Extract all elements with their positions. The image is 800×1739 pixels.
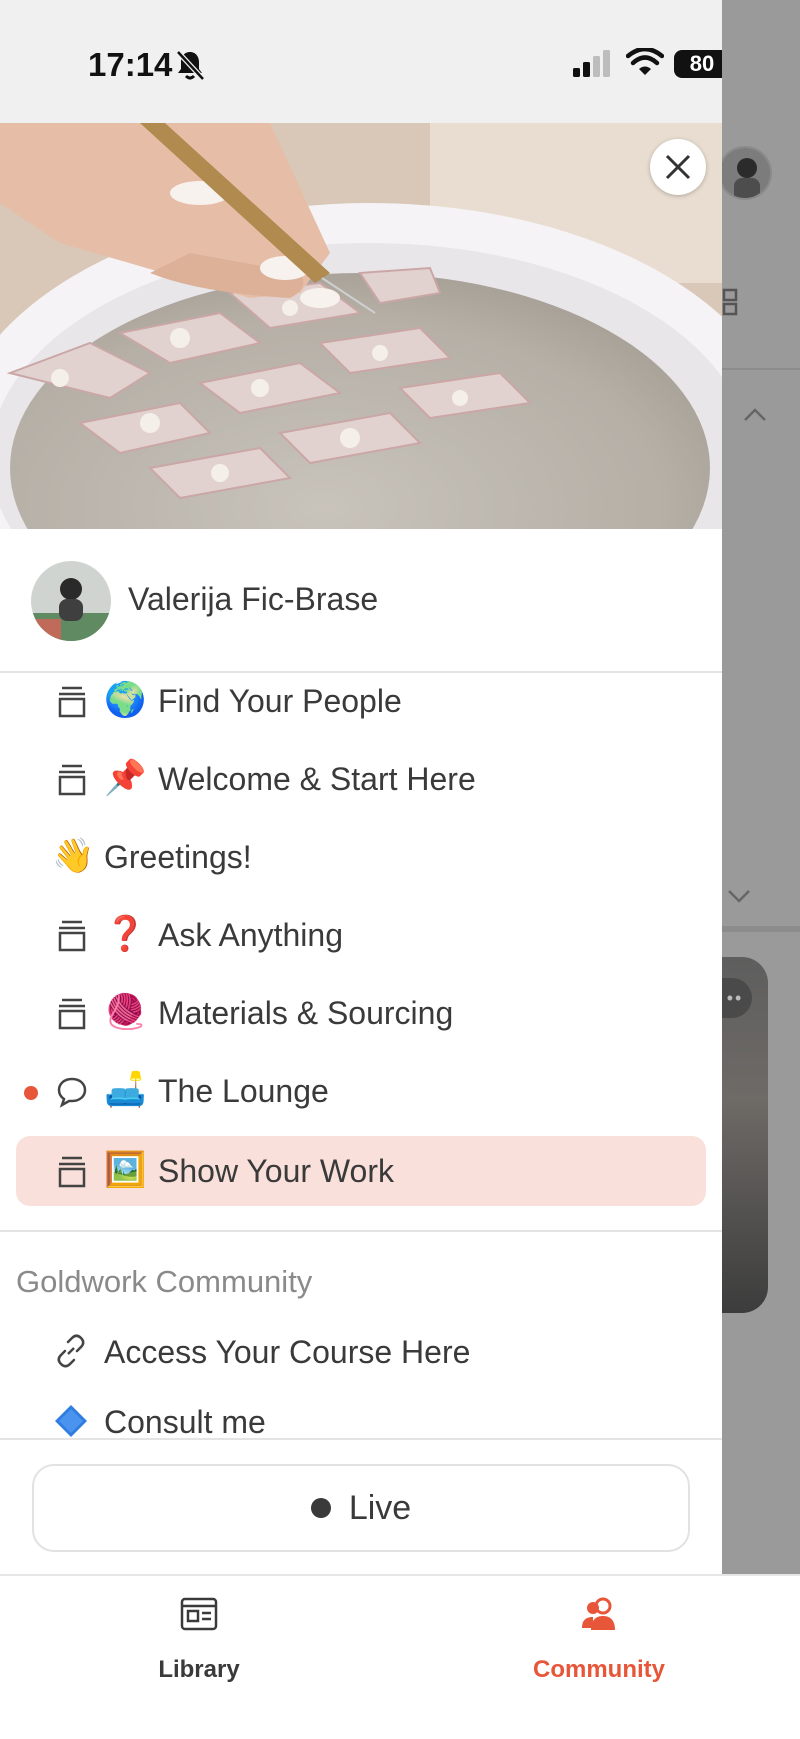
- waving-hand-emoji-icon: 👋: [52, 836, 95, 876]
- status-time: 17:14: [88, 46, 173, 83]
- couch-emoji-icon: 🛋️: [104, 1070, 147, 1110]
- channel-materials-sourcing[interactable]: 🧶 Materials & Sourcing: [16, 978, 706, 1048]
- channel-label: Show Your Work: [158, 1153, 394, 1189]
- link-icon: [57, 1334, 85, 1368]
- live-footer: Live: [0, 1438, 722, 1574]
- bell-off-icon: [176, 50, 205, 81]
- signal-icon: [573, 50, 610, 77]
- bottom-tab-bar: Library Community: [0, 1574, 800, 1739]
- channel-label: Greetings!: [104, 839, 252, 875]
- channel-greetings[interactable]: 👋 Greetings!: [16, 822, 706, 892]
- tab-library[interactable]: Library: [99, 1576, 299, 1696]
- globe-emoji-icon: 🌍: [104, 680, 147, 720]
- background-divider: [722, 368, 800, 370]
- close-button[interactable]: [650, 139, 706, 195]
- channel-label: Find Your People: [158, 683, 402, 719]
- tab-community[interactable]: Community: [499, 1576, 699, 1696]
- forum-icon: [58, 920, 86, 952]
- tab-label: Library: [158, 1656, 240, 1683]
- blue-diamond-icon: [55, 1405, 87, 1437]
- section-divider: [0, 1230, 722, 1232]
- tab-label: Community: [533, 1656, 665, 1683]
- battery-indicator: 80: [674, 50, 722, 78]
- section-title: Goldwork Community: [16, 1264, 313, 1299]
- avatar[interactable]: [31, 561, 111, 641]
- channel-the-lounge[interactable]: 🛋️ The Lounge: [16, 1056, 706, 1126]
- community-icon: [582, 1597, 615, 1630]
- channel-ask-anything[interactable]: ❓ Ask Anything: [16, 900, 706, 970]
- background-divider: [722, 926, 800, 932]
- community-header[interactable]: Valerija Fic-Brase: [0, 529, 722, 673]
- wifi-icon: [626, 48, 664, 75]
- chat-bubble-icon: [57, 1077, 87, 1108]
- live-label: Live: [348, 1488, 412, 1527]
- channel-find-your-people[interactable]: 🌍 Find Your People: [16, 666, 706, 736]
- question-mark-emoji-icon: ❓: [104, 914, 147, 954]
- channel-show-your-work[interactable]: 🖼️ Show Your Work: [16, 1136, 706, 1206]
- forum-icon: [58, 1156, 86, 1188]
- yarn-emoji-icon: 🧶: [104, 992, 147, 1032]
- forum-icon: [58, 998, 86, 1030]
- channel-welcome-start-here[interactable]: 📌 Welcome & Start Here: [16, 744, 706, 814]
- status-bar: 17:14 80: [0, 0, 722, 123]
- channel-label: The Lounge: [158, 1073, 329, 1109]
- chevron-down-icon[interactable]: [726, 886, 752, 906]
- live-dot-icon: [310, 1498, 331, 1518]
- pushpin-emoji-icon: 📌: [104, 758, 147, 798]
- community-drawer: 17:14 80 Valerija Fic-Brase 🌍 Find Your …: [0, 0, 722, 1574]
- background-avatar[interactable]: [718, 146, 772, 200]
- grid-icon[interactable]: [722, 288, 740, 316]
- channel-label: Materials & Sourcing: [158, 995, 454, 1031]
- forum-icon: [58, 764, 86, 796]
- link-label: Access Your Course Here: [104, 1334, 471, 1370]
- community-name: Valerija Fic-Brase: [128, 581, 379, 617]
- unread-dot: [24, 1086, 38, 1100]
- library-icon: [180, 1597, 218, 1631]
- channel-label: Welcome & Start Here: [158, 761, 476, 797]
- link-label: Consult me: [104, 1404, 266, 1440]
- community-cover-image: [0, 123, 722, 529]
- live-button[interactable]: Live: [32, 1464, 690, 1552]
- framed-picture-emoji-icon: 🖼️: [104, 1150, 147, 1190]
- link-access-your-course[interactable]: Access Your Course Here: [16, 1318, 706, 1384]
- close-icon: [665, 154, 691, 180]
- forum-icon: [58, 686, 86, 718]
- chevron-up-icon[interactable]: [742, 404, 768, 424]
- channel-label: Ask Anything: [158, 917, 343, 953]
